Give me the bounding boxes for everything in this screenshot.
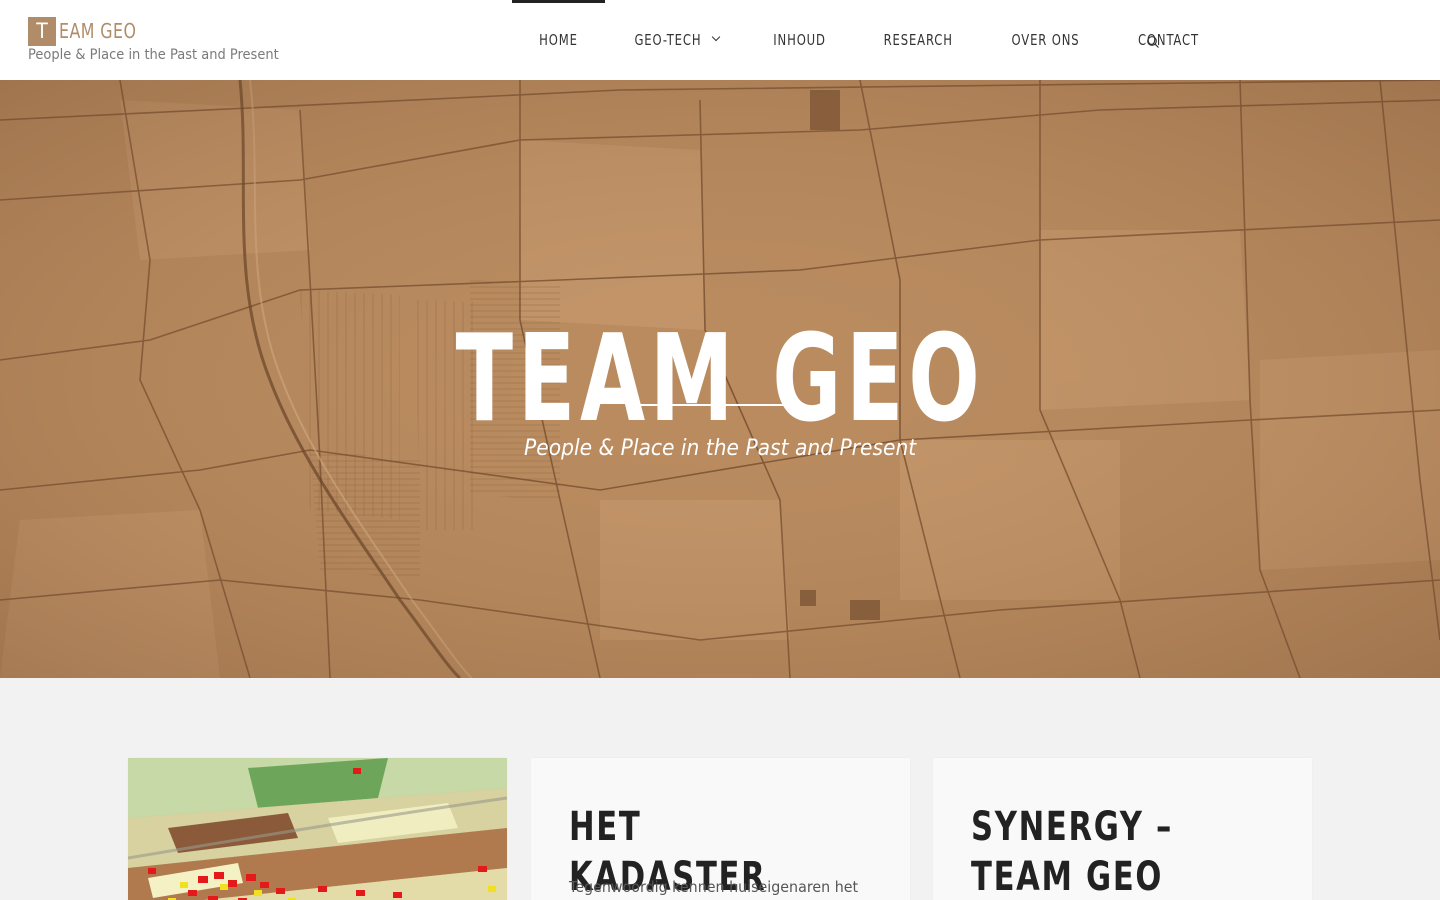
hero-title: TEAM GEO: [0, 320, 1440, 440]
hero-banner: TEAM GEO People & Place in the Past and …: [0, 80, 1440, 678]
post-card-het-kadaster[interactable]: HET KADASTER Tegenwoordig kennen huiseig…: [531, 758, 910, 900]
post-title-text: SYNERGY – TEAM GEO: [971, 804, 1173, 900]
site-tagline: People & Place in the Past and Present: [28, 47, 279, 63]
nav-over-ons-label: OVER ONS: [1011, 31, 1080, 49]
nav-inhoud[interactable]: INHOUD: [743, 0, 854, 80]
logo-text: EAM GEO: [59, 18, 137, 43]
landuse-map-thumbnail: [128, 758, 507, 900]
nav-research[interactable]: RESEARCH: [854, 0, 982, 80]
nav-inhoud-label: INHOUD: [773, 31, 826, 49]
search-icon: [1147, 36, 1159, 48]
logo-initial: T: [28, 16, 56, 46]
nav-over-ons[interactable]: OVER ONS: [982, 0, 1109, 80]
search-button[interactable]: [1146, 35, 1160, 49]
post-card-image[interactable]: [128, 758, 507, 900]
hero-divider: [640, 404, 800, 406]
nav-geo-tech-label: GEO-TECH: [634, 31, 702, 49]
hero-subtitle: People & Place in the Past and Present: [0, 436, 1440, 461]
post-title[interactable]: SYNERGY – TEAM GEO: [971, 802, 1281, 900]
hero-title-text: TEAM GEO: [455, 310, 985, 449]
nav-research-label: RESEARCH: [883, 31, 953, 49]
nav-geo-tech[interactable]: GEO-TECH: [605, 0, 743, 80]
post-card-synergy[interactable]: SYNERGY – TEAM GEO: [933, 758, 1312, 900]
main-nav: HOME GEO-TECH INHOUD RESEARCH OVER ONS C…: [512, 0, 1228, 80]
post-excerpt-text: Tegenwoordig kennen huiseigenaren het: [569, 878, 859, 896]
nav-home[interactable]: HOME: [512, 0, 605, 80]
post-excerpt: Tegenwoordig kennen huiseigenaren het: [569, 878, 873, 896]
nav-contact[interactable]: CONTACT: [1109, 0, 1228, 80]
hero-subtitle-text: People & Place in the Past and Present: [523, 436, 917, 461]
chevron-down-icon: [711, 32, 721, 42]
nav-home-label: HOME: [539, 31, 578, 49]
site-logo[interactable]: T EAM GEO: [28, 16, 147, 46]
site-header: T EAM GEO People & Place in the Past and…: [0, 0, 1440, 80]
